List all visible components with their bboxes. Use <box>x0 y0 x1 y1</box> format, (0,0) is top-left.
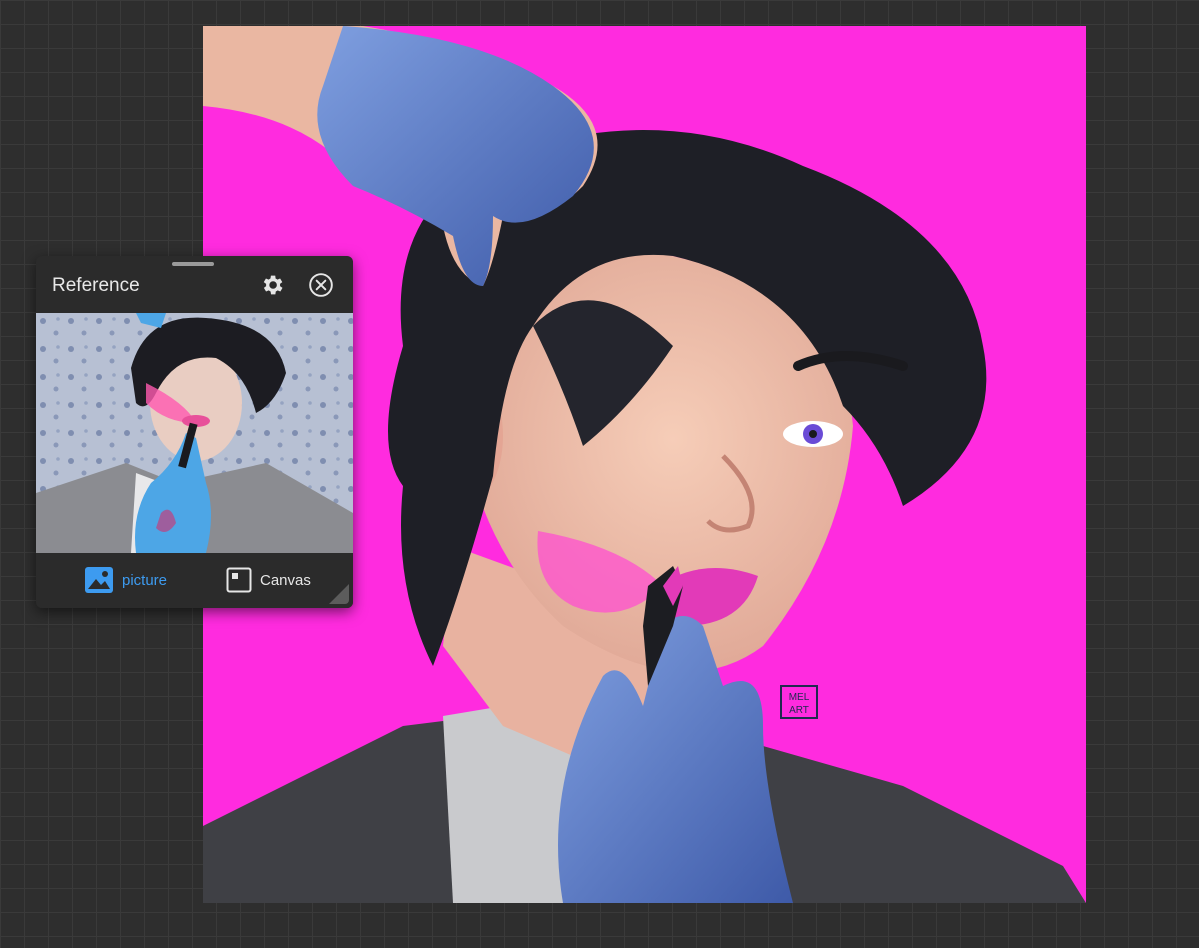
resize-handle[interactable] <box>329 584 349 604</box>
reference-photo <box>36 313 353 553</box>
svg-text:ART: ART <box>789 705 809 716</box>
tab-picture-label: picture <box>122 571 168 589</box>
image-icon <box>85 567 113 593</box>
tab-canvas-label: Canvas <box>260 571 311 589</box>
tab-canvas[interactable]: Canvas <box>226 565 311 595</box>
reference-panel[interactable]: Reference picture Canvas <box>36 256 353 608</box>
signature-text: MEL <box>789 692 810 703</box>
gear-icon <box>263 275 283 295</box>
close-circle-icon <box>309 273 333 297</box>
reference-image <box>36 313 353 553</box>
settings-button[interactable] <box>257 270 287 300</box>
reference-title: Reference <box>52 275 140 296</box>
canvas-icon <box>226 567 252 593</box>
reference-header: Reference <box>36 256 353 313</box>
tab-picture[interactable]: picture <box>84 565 167 595</box>
reference-footer: picture Canvas <box>36 553 353 608</box>
close-button[interactable] <box>306 270 336 300</box>
